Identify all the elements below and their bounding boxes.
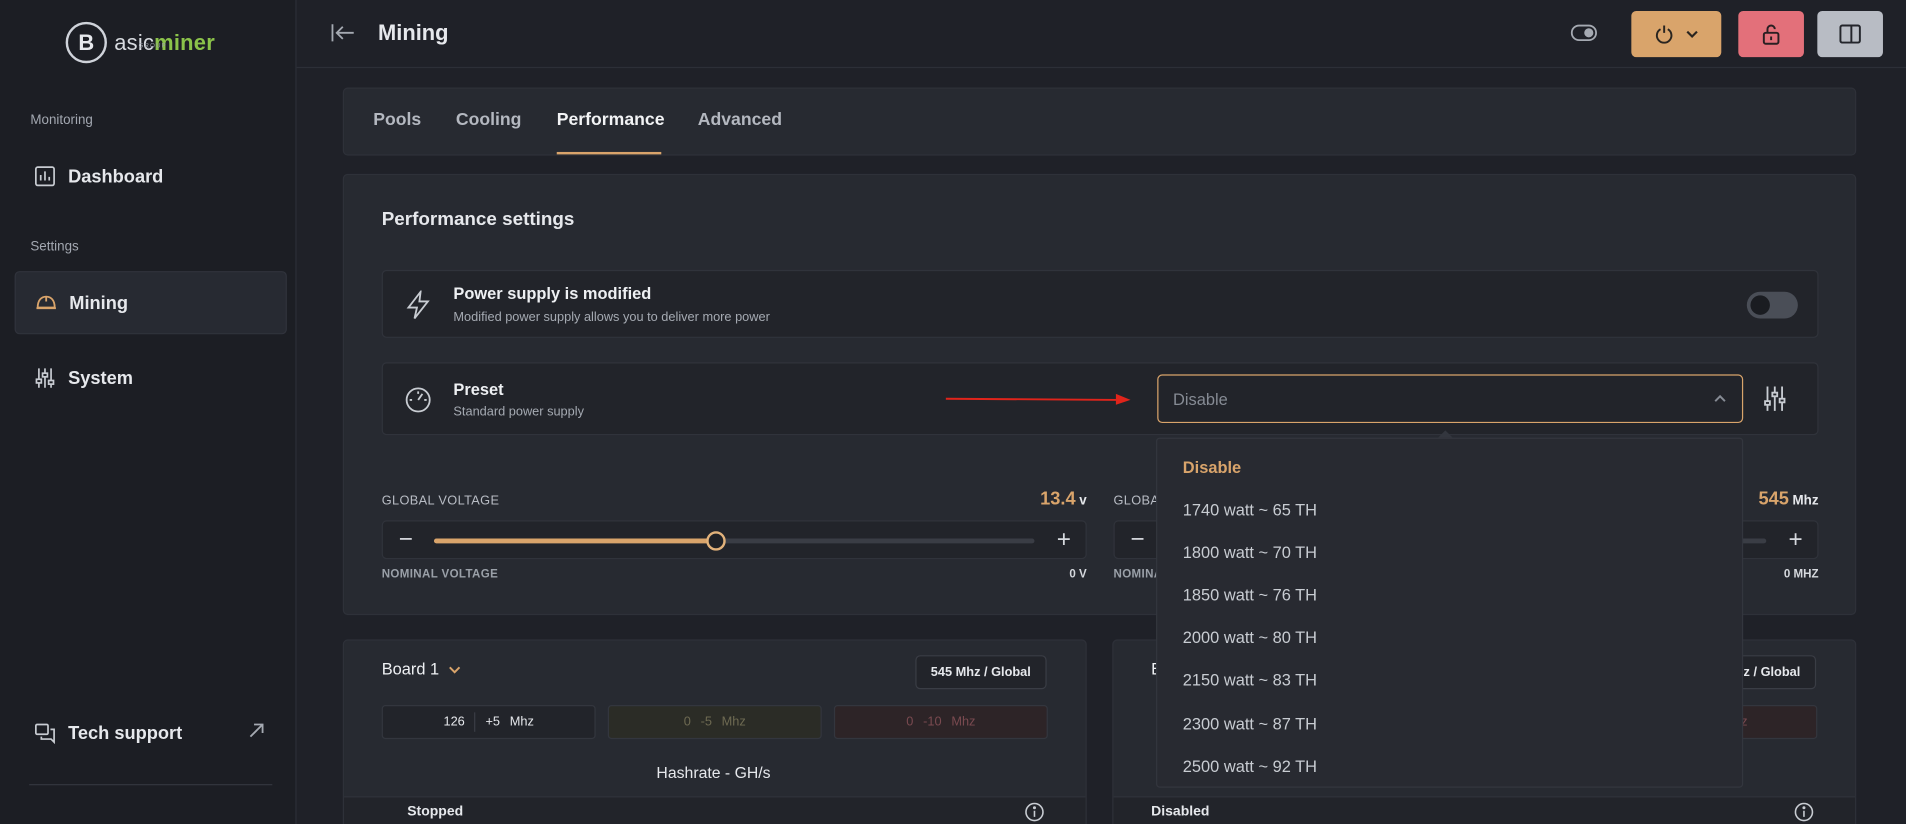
gauge-icon	[405, 387, 431, 413]
tune-icon[interactable]	[1763, 385, 1787, 412]
panel-button[interactable]	[1817, 10, 1883, 58]
power-supply-toggle[interactable]	[1746, 291, 1798, 319]
helmet-icon	[36, 295, 56, 310]
voltage-fill	[433, 538, 717, 544]
sidebar-item-label: System	[68, 367, 133, 389]
hashrate-label: Hashrate - GH/s	[656, 763, 771, 782]
nominal-frequency-value: 0 MHZ	[1783, 567, 1819, 582]
power-button[interactable]	[1631, 10, 1722, 58]
info-icon[interactable]	[1794, 802, 1814, 822]
voltage-decrease-button[interactable]: −	[399, 526, 413, 554]
voltage-label: GLOBAL VOLTAGE	[381, 493, 500, 509]
preset-dropdown-menu: Disable 1740 watt ~ 65 TH 1800 watt ~ 70…	[1156, 437, 1744, 788]
board-frequency-badge: 545 Mhz / Global	[915, 655, 1047, 690]
sidebar-item-system[interactable]: System	[15, 346, 287, 409]
power-supply-row: Power supply is modified Modified power …	[381, 269, 1819, 338]
frequency-decrease-button[interactable]: −	[1131, 526, 1145, 554]
logo-badge: B	[65, 21, 107, 64]
collapse-sidebar-icon[interactable]	[331, 22, 355, 44]
board-status: Disabled	[1151, 804, 1210, 820]
tab-advanced[interactable]: Advanced	[698, 111, 782, 130]
board-freq-chip[interactable]: 0 -10 Mhz	[833, 705, 1048, 740]
frequency-value: 545 Mhz	[1758, 488, 1819, 510]
info-icon[interactable]	[1025, 802, 1044, 822]
board-status: Stopped	[407, 804, 464, 820]
preset-subtitle: Standard power supply	[453, 404, 584, 420]
nominal-voltage-value: 0 V	[1069, 567, 1087, 582]
unlock-icon	[1762, 24, 1780, 45]
tab-active-indicator	[556, 151, 662, 155]
voltage-rail	[433, 531, 1035, 551]
tab-performance[interactable]: Performance	[557, 111, 665, 130]
chevron-up-icon	[1714, 394, 1726, 402]
preset-option[interactable]: 1850 watt ~ 76 TH	[1183, 586, 1317, 604]
sidebar-item-tech-support[interactable]: Tech support	[15, 701, 287, 764]
board-card-1: Board 1 545 Mhz / Global 126 +5 Mhz 0 -5 Mhz…	[342, 639, 1087, 824]
preset-option[interactable]: 2300 watt ~ 87 TH	[1183, 715, 1317, 733]
performance-title: Performance settings	[381, 209, 575, 230]
sidebar-item-label: Mining	[69, 292, 129, 314]
nominal-voltage-label: NOMINAL VOLTAGE	[381, 567, 499, 582]
sidebar: B asicminer GROUP Monitoring Dashboard S…	[0, 0, 297, 824]
board-status-bar: Disabled	[1113, 796, 1856, 824]
toggle-theme-icon[interactable]	[1570, 24, 1598, 42]
tab-cooling[interactable]: Cooling	[456, 111, 522, 130]
chat-icon	[35, 723, 55, 744]
frequency-label: GLOBA	[1113, 493, 1160, 509]
board-freq-chip[interactable]: 126 +5 Mhz	[381, 705, 596, 740]
topbar: Mining	[296, 0, 1906, 69]
voltage-slider[interactable]: − +	[381, 520, 1087, 560]
chart-icon	[35, 166, 55, 187]
voltage-thumb[interactable]	[706, 531, 726, 551]
toggle-knob	[1750, 295, 1770, 315]
app-root: B asicminer GROUP Monitoring Dashboard S…	[0, 0, 1906, 824]
power-supply-title: Power supply is modified	[453, 284, 652, 303]
unlock-button[interactable]	[1738, 10, 1804, 58]
page-title: Mining	[378, 20, 449, 45]
board-title[interactable]: Board 1	[382, 660, 461, 678]
sidebar-divider	[29, 784, 273, 786]
chevron-down-icon	[1686, 30, 1698, 39]
section-monitoring: Monitoring	[30, 113, 93, 128]
preset-option[interactable]: 2500 watt ~ 92 TH	[1183, 757, 1317, 775]
frequency-increase-button[interactable]: +	[1789, 526, 1803, 554]
power-icon	[1655, 25, 1673, 44]
voltage-value: 13.4 v	[1040, 488, 1087, 510]
logo-sub: GROUP	[138, 42, 167, 50]
preset-select-value: Disable	[1173, 390, 1228, 409]
sliders-icon	[35, 368, 55, 388]
annotation-arrow-icon	[945, 393, 1131, 405]
preset-title: Preset	[453, 380, 504, 399]
preset-select[interactable]: Disable	[1157, 374, 1744, 424]
board-freq-chip[interactable]: 0 -5 Mhz	[607, 705, 822, 740]
board-status-bar: Stopped	[344, 796, 1086, 824]
sidebar-item-mining[interactable]: Mining	[14, 271, 287, 335]
preset-option[interactable]: 2000 watt ~ 80 TH	[1183, 628, 1317, 646]
sidebar-item-label: Tech support	[68, 722, 183, 744]
tab-pools[interactable]: Pools	[373, 111, 421, 130]
chevron-down-icon	[449, 666, 461, 673]
power-supply-subtitle: Modified power supply allows you to deli…	[453, 309, 770, 325]
sidebar-item-dashboard[interactable]: Dashboard	[15, 145, 287, 208]
tabs-bar: Pools Cooling Performance Advanced	[342, 87, 1857, 156]
dropdown-caret	[1438, 430, 1453, 438]
section-settings: Settings	[30, 239, 79, 255]
lightning-icon	[406, 290, 430, 320]
preset-option[interactable]: 2150 watt ~ 83 TH	[1183, 671, 1317, 689]
voltage-increase-button[interactable]: +	[1057, 526, 1071, 554]
side-panel-icon	[1839, 24, 1861, 44]
preset-option-disable[interactable]: Disable	[1183, 458, 1241, 476]
preset-option[interactable]: 1800 watt ~ 70 TH	[1183, 543, 1317, 561]
preset-option[interactable]: 1740 watt ~ 65 TH	[1183, 501, 1317, 519]
sidebar-item-label: Dashboard	[68, 165, 164, 187]
external-link-icon[interactable]	[248, 722, 265, 739]
